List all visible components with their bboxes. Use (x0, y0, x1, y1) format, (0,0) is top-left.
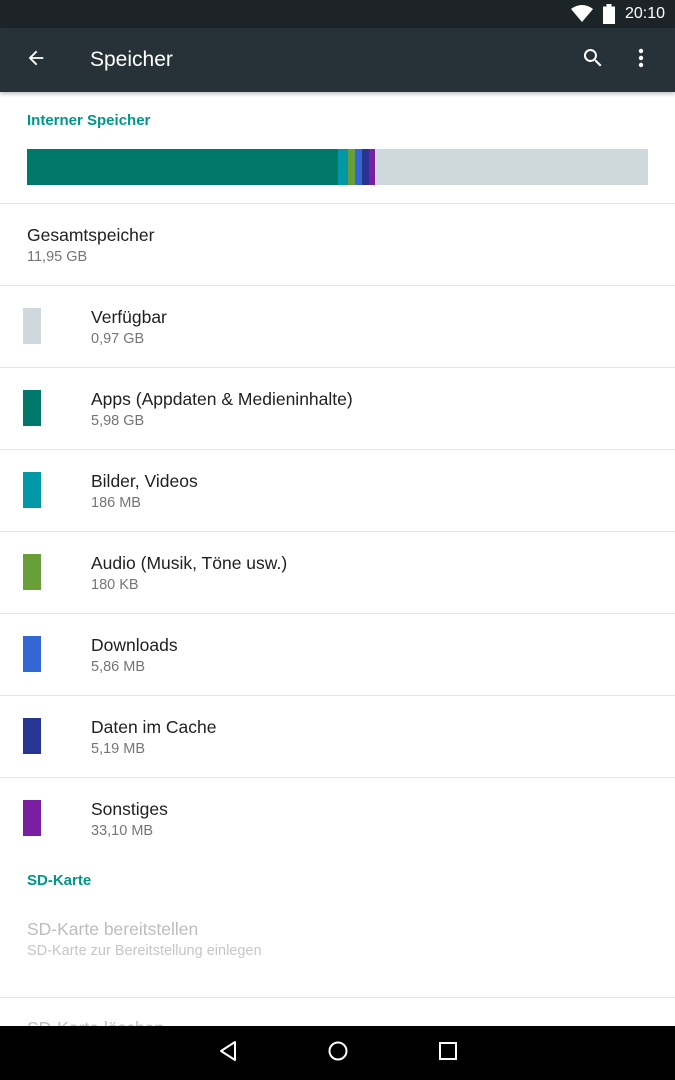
total-storage-label: Gesamtspeicher (27, 225, 155, 245)
usage-bar-segment (369, 149, 375, 185)
storage-item-value: 0,97 GB (91, 331, 145, 347)
app-bar: Speicher (0, 28, 675, 92)
sd-card-erase-label: SD-Karte löschen (27, 1018, 164, 1026)
color-swatch (23, 472, 41, 508)
clock: 20:10 (624, 5, 665, 22)
nav-home-button[interactable] (283, 1026, 393, 1080)
storage-item-cache[interactable]: Daten im Cache 5,19 MB (0, 696, 675, 778)
sd-card-mount-label: SD-Karte bereitstellen (27, 919, 199, 939)
storage-item-value: 5,86 MB (91, 659, 145, 675)
usage-bar-segment (27, 149, 338, 185)
usage-bar-segment (348, 149, 355, 185)
usage-bar-segment (355, 149, 362, 185)
storage-content: Interner Speicher Gesamtspeicher 11,95 G… (0, 92, 675, 1026)
storage-item-available[interactable]: Verfügbar 0,97 GB (0, 286, 675, 368)
back-triangle-icon (217, 1040, 239, 1067)
sd-card-mount-row: SD-Karte bereitstellen SD-Karte zur Bere… (0, 916, 675, 998)
storage-item-apps[interactable]: Apps (Appdaten & Medieninhalte) 5,98 GB (0, 368, 675, 450)
color-swatch (23, 390, 41, 426)
storage-item-value: 33,10 MB (91, 823, 154, 839)
storage-item-value: 5,98 GB (91, 413, 145, 429)
sd-card-erase-row: SD-Karte löschen (0, 998, 675, 1026)
storage-item-label: Downloads (91, 635, 178, 655)
total-storage-row: Gesamtspeicher 11,95 GB (0, 204, 675, 286)
search-icon (581, 46, 605, 75)
storage-item-misc[interactable]: Sonstiges 33,10 MB (0, 778, 675, 860)
color-swatch (23, 554, 41, 590)
sd-card-header: SD-Karte (27, 872, 92, 889)
arrow-back-icon (25, 47, 47, 74)
internal-storage-header: Interner Speicher (27, 112, 151, 129)
status-bar: 20:10 (0, 0, 675, 28)
total-storage-value: 11,95 GB (27, 249, 88, 265)
usage-bar-segment (362, 149, 369, 185)
storage-item-downloads[interactable]: Downloads 5,86 MB (0, 614, 675, 696)
nav-back-button[interactable] (173, 1026, 283, 1080)
storage-item-label: Sonstiges (91, 799, 168, 819)
search-button[interactable] (569, 28, 617, 92)
page-title: Speicher (90, 48, 173, 71)
storage-item-value: 180 KB (91, 577, 139, 593)
storage-item-images-videos[interactable]: Bilder, Videos 186 MB (0, 450, 675, 532)
storage-usage-bar (27, 149, 648, 185)
usage-bar-container (0, 148, 675, 204)
recents-square-icon (438, 1041, 458, 1066)
storage-item-label: Daten im Cache (91, 717, 217, 737)
storage-item-label: Audio (Musik, Töne usw.) (91, 553, 288, 573)
battery-icon (602, 4, 615, 24)
back-button[interactable] (0, 28, 72, 92)
home-circle-icon (327, 1040, 349, 1067)
usage-bar-segment (338, 149, 348, 185)
color-swatch (23, 636, 41, 672)
storage-item-audio[interactable]: Audio (Musik, Töne usw.) 180 KB (0, 532, 675, 614)
wifi-icon (570, 5, 593, 23)
nav-recents-button[interactable] (393, 1026, 503, 1080)
storage-item-value: 5,19 MB (91, 741, 145, 757)
storage-item-value: 186 MB (91, 495, 141, 511)
color-swatch (23, 718, 41, 754)
navigation-bar (0, 1026, 675, 1080)
storage-item-label: Apps (Appdaten & Medieninhalte) (91, 389, 353, 409)
storage-item-label: Bilder, Videos (91, 471, 198, 491)
more-vert-icon (638, 48, 644, 73)
storage-item-label: Verfügbar (91, 307, 167, 327)
color-swatch (23, 800, 41, 836)
color-swatch (23, 308, 41, 344)
sd-card-mount-sub: SD-Karte zur Bereitstellung einlegen (27, 943, 262, 959)
more-options-button[interactable] (617, 28, 665, 92)
